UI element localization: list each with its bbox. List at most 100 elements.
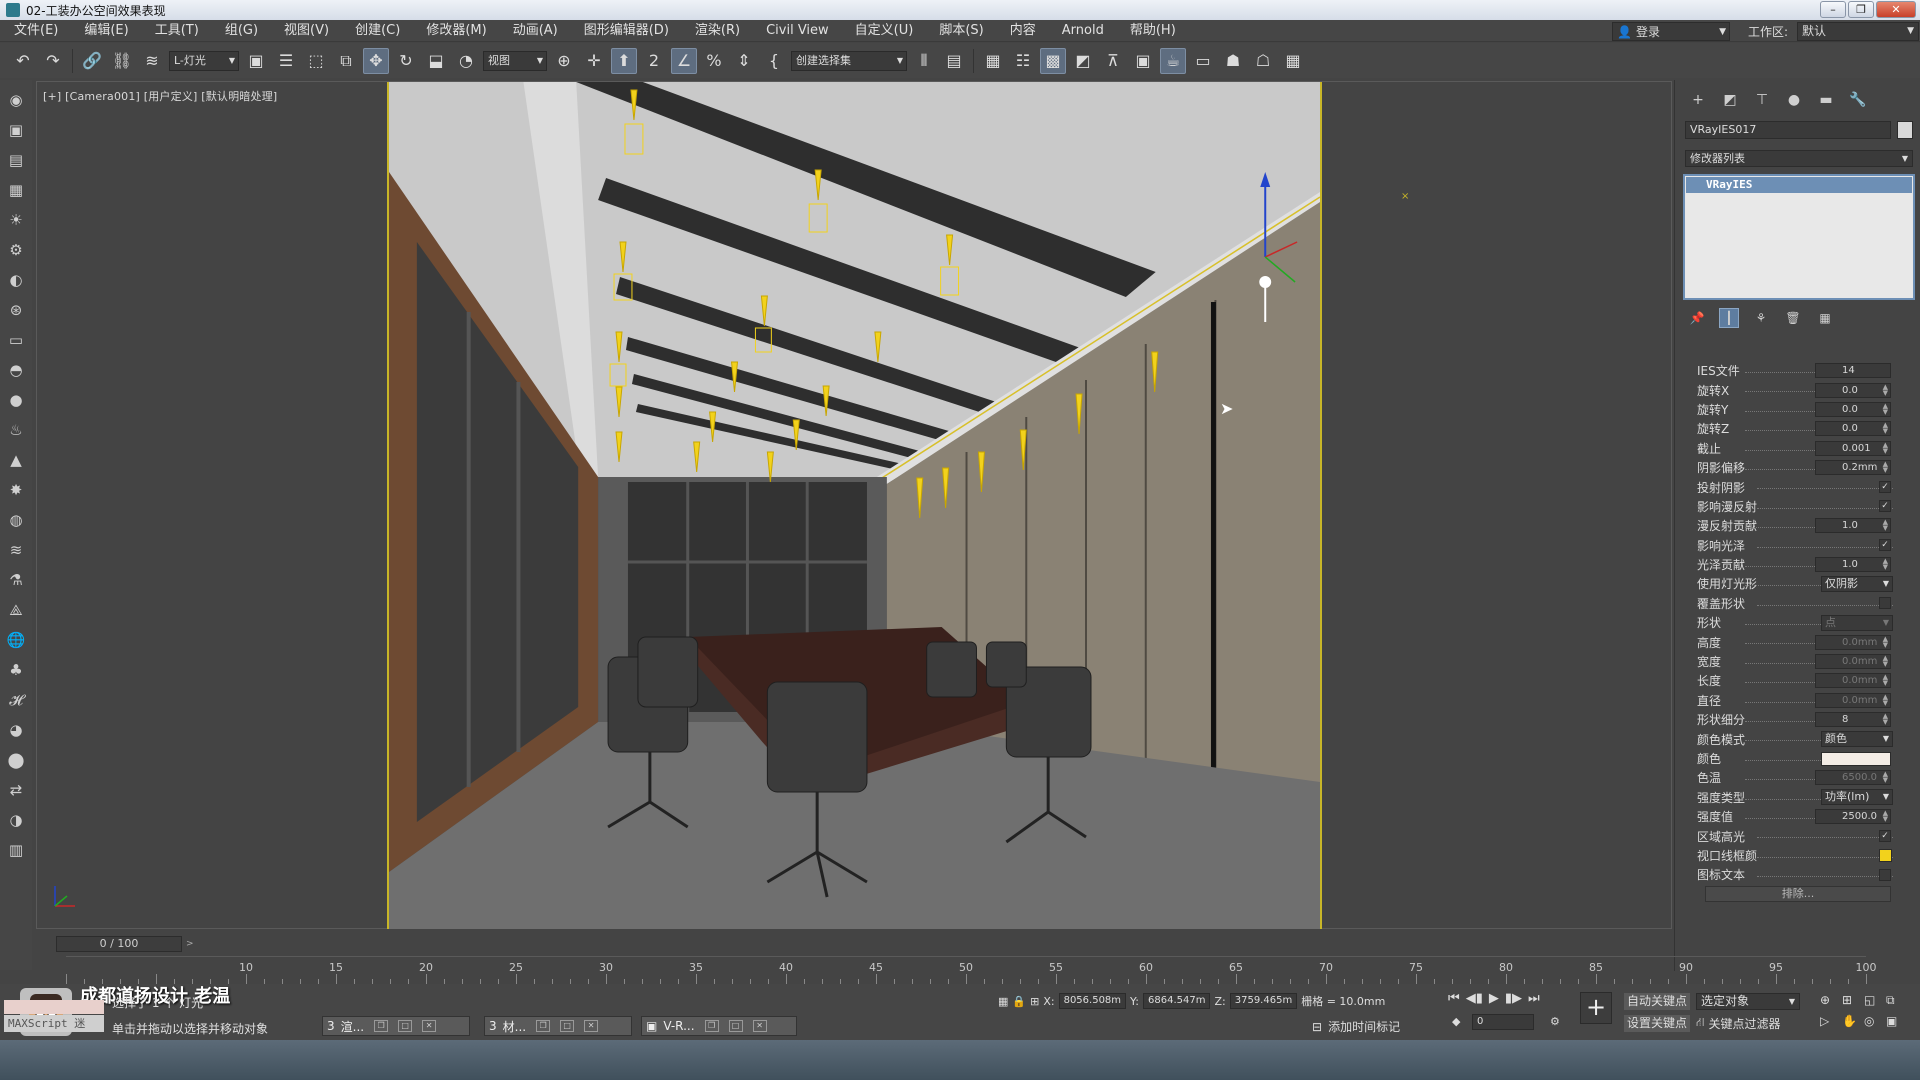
bind-space-warp-icon[interactable]: ≋ [139,48,165,74]
go-to-end-icon[interactable]: ⏭ [1528,991,1540,1006]
modify-tab-icon[interactable]: ◩ [1719,90,1741,110]
time-slider-thumb[interactable]: 0 / 100 [56,936,182,952]
param-spinner[interactable]: 8 ▲ ▼ [1815,712,1891,728]
restore-icon[interactable]: ❐ [536,1020,551,1032]
vray-mtl-icon[interactable]: ◕ [4,718,28,742]
modifier-stack-item[interactable]: VRayIES [1686,177,1912,193]
vray-camera-icon[interactable]: ⊛ [4,298,28,322]
vray-grid-icon[interactable]: ▦ [4,178,28,202]
curve-editor-icon[interactable]: ◩ [1070,48,1096,74]
workspace-dropdown[interactable]: 默认 ▼ [1797,22,1919,41]
unlink-icon[interactable]: ⛓ [109,48,135,74]
plane-icon[interactable]: ⟁ [4,598,28,622]
reference-coordinate-dropdown[interactable]: 视图 ▼ [483,50,547,71]
selection-filter-dropdown[interactable]: L-灯光 ▼ [169,50,239,71]
vray-toolbar-icon[interactable]: ▦ [1280,48,1306,74]
fur-icon[interactable]: ≋ [4,538,28,562]
z-coordinate-field[interactable]: 3759.465m [1229,993,1298,1009]
param-spinner[interactable]: 0.0mm ▲ ▼ [1815,692,1891,708]
close-icon[interactable]: ✕ [752,1020,767,1032]
current-frame-field[interactable]: 0 [1472,1014,1534,1030]
param-spinner[interactable]: 0.0 ▲ ▼ [1815,421,1891,437]
spinner-arrows-icon[interactable]: ▲ ▼ [1883,402,1888,415]
menu-civil-view[interactable]: Civil View [753,20,842,42]
link-icon[interactable]: 🔗 [79,48,105,74]
spinner-arrows-icon[interactable]: ▲ ▼ [1883,422,1888,435]
param-dropdown[interactable]: 点 ▼ [1821,614,1893,631]
auto-key-button[interactable]: 自动关键点 [1624,993,1690,1010]
menu-modifiers[interactable]: 修改器(M) [413,20,499,42]
spinner-arrows-icon[interactable]: ▲ ▼ [1883,383,1888,396]
play-icon[interactable]: ▶ [1489,991,1499,1006]
material-editor-icon[interactable]: ▣ [1130,48,1156,74]
select-object-icon[interactable]: ▣ [243,48,269,74]
time-configuration-icon[interactable]: ⚙ [1550,1015,1560,1028]
pan-icon[interactable]: ✋ [1842,1014,1864,1028]
percent-snap-icon[interactable]: % [701,48,727,74]
plane-light-icon[interactable]: ▭ [4,328,28,352]
spinner-arrows-icon[interactable]: ▲ ▼ [1883,519,1888,532]
spinner-arrows-icon[interactable]: ▲ ▼ [1883,655,1888,668]
y-coordinate-field[interactable]: 6864.547m [1143,993,1211,1009]
dome-light-icon[interactable]: ◐ [4,268,28,292]
key-selection-dropdown[interactable]: 选定对象 ▼ [1696,993,1800,1010]
param-spinner[interactable]: 2500.0 ▲ ▼ [1815,809,1891,825]
add-time-tag[interactable]: ⊟ 添加时间标记 [1312,1018,1400,1035]
next-frame-icon[interactable]: ▮▶ [1505,991,1522,1006]
restore-button[interactable]: ❐ [1848,1,1874,18]
select-and-move-icon[interactable]: ✥ [363,47,389,74]
undo-icon[interactable]: ↶ [10,48,36,74]
motion-tab-icon[interactable]: ● [1783,90,1805,110]
select-by-name-icon[interactable]: ☰ [273,48,299,74]
script-icon[interactable]: ▥ [4,838,28,862]
select-and-rotate-icon[interactable]: ↻ [393,48,419,74]
orbit-icon[interactable]: ◎ [1864,1014,1886,1028]
param-spinner[interactable]: 0.2mm ▲ ▼ [1815,460,1891,476]
close-icon[interactable]: ✕ [584,1020,599,1032]
login-dropdown[interactable]: 👤 登录 ▼ [1612,22,1730,41]
select-and-scale-icon[interactable]: ⬓ [423,48,449,74]
spinner-arrows-icon[interactable]: ▲ ▼ [1883,558,1888,571]
set-key-mode-button[interactable]: 设置关键点 [1624,1015,1690,1032]
param-spinner[interactable]: 1.0 ▲ ▼ [1815,557,1891,573]
spinner-arrows-icon[interactable]: ▲ ▼ [1883,771,1888,784]
time-slider[interactable]: 0 / 100 > [0,936,1920,952]
set-key-button[interactable]: + [1580,992,1612,1024]
display-tab-icon[interactable]: ▬ [1815,90,1837,110]
hair-icon[interactable]: 𝓗 [4,688,28,712]
ribbon-toggle-icon[interactable]: ▩ [1040,47,1066,74]
param-spinner[interactable]: 0.001 ▲ ▼ [1815,440,1891,456]
ies-light-icon[interactable]: ♨ [4,418,28,442]
create-tab-icon[interactable]: + [1687,90,1709,110]
dome-icon[interactable]: ◓ [4,358,28,382]
select-and-place-icon[interactable]: ◔ [453,48,479,74]
zoom-extents-all-icon[interactable]: ⧉ [1886,993,1908,1008]
rendered-frame-window-icon[interactable]: ▭ [1190,48,1216,74]
object-color-swatch[interactable] [1897,121,1913,139]
close-icon[interactable]: ✕ [422,1020,437,1032]
param-checkbox[interactable] [1879,597,1891,610]
menu-views[interactable]: 视图(V) [271,20,342,42]
utilities-tab-icon[interactable]: 🔧 [1847,90,1869,110]
zoom-all-icon[interactable]: ⊞ [1842,993,1864,1008]
exclude-button[interactable]: 排除... [1705,886,1891,903]
taskbar-render-window[interactable]: 3 渲... ❐ □ ✕ [322,1016,470,1036]
v-sphere-icon[interactable]: ◑ [4,808,28,832]
render-setup-icon[interactable]: ☕ [1160,47,1186,74]
modifier-list-dropdown[interactable]: 修改器列表 ▼ [1685,150,1913,167]
hierarchy-tab-icon[interactable]: ⊤ [1751,90,1773,110]
minimize-button[interactable]: – [1820,1,1846,18]
maximize-icon[interactable]: □ [728,1020,743,1032]
show-end-result-icon[interactable]: ┃ [1719,308,1739,328]
angle-snap-icon[interactable]: ∠ [671,47,697,74]
param-checkbox[interactable] [1879,868,1891,881]
isolate-selection-icon[interactable]: ▦ [998,995,1008,1008]
pivot-center-icon[interactable]: ⊕ [551,48,577,74]
spinner-arrows-icon[interactable]: ▲ ▼ [1883,693,1888,706]
make-unique-icon[interactable]: ⚘ [1751,308,1771,328]
spinner-snap-icon[interactable]: ⇕ [731,48,757,74]
param-spinner[interactable]: 0.0mm ▲ ▼ [1815,654,1891,670]
wireframe-color-swatch[interactable] [1879,848,1892,862]
maximize-viewport-icon[interactable]: ▣ [1886,1014,1908,1028]
spot-light-icon[interactable]: ▲ [4,448,28,472]
